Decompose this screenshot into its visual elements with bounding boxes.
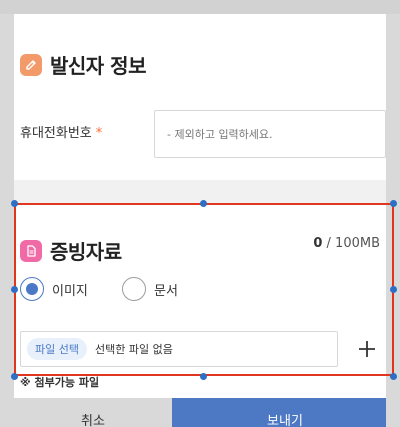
evidence-section-header: 증빙자료: [20, 236, 122, 265]
required-mark: *: [95, 126, 103, 141]
form-panel: 발신자 정보 휴대전화번호 * - 제외하고 입력하세요. 증빙자료 0 / 10…: [14, 14, 386, 427]
file-status: 선택한 파일 없음: [94, 343, 173, 356]
allowed-files-label: ※ 첨부가능 파일: [20, 376, 100, 389]
radio-checked-icon: [20, 277, 44, 301]
plus-icon: [359, 341, 375, 357]
resize-handle-bottom-right[interactable]: [390, 373, 397, 380]
left-backdrop: [0, 14, 14, 427]
send-button[interactable]: 보내기: [172, 398, 386, 427]
resize-handle-bottom-left[interactable]: [11, 373, 18, 380]
resize-handle-right[interactable]: [390, 286, 397, 293]
radio-image[interactable]: 이미지: [20, 277, 88, 301]
resize-handle-top-left[interactable]: [11, 200, 18, 207]
phone-row: 휴대전화번호 * - 제외하고 입력하세요.: [20, 110, 386, 158]
file-picker[interactable]: 파일 선택 선택한 파일 없음: [20, 331, 338, 367]
size-limit: / 100MB: [322, 236, 380, 251]
radio-document[interactable]: 문서: [122, 277, 178, 301]
radio-unchecked-icon: [122, 277, 146, 301]
add-file-button[interactable]: [354, 336, 380, 362]
edit-icon: [20, 53, 42, 76]
right-backdrop: [386, 14, 400, 427]
top-backdrop: [0, 0, 400, 14]
resize-handle-top-right[interactable]: [390, 200, 397, 207]
sender-section-title: 발신자 정보: [50, 54, 146, 78]
size-info: 0 / 100MB: [313, 236, 380, 251]
resize-handle-bottom[interactable]: [200, 373, 207, 380]
cancel-button[interactable]: 취소: [14, 398, 172, 427]
document-icon: [20, 239, 42, 262]
sender-section-header: 발신자 정보: [20, 50, 146, 79]
resize-handle-top[interactable]: [200, 200, 207, 207]
phone-label-text: 휴대전화번호: [20, 126, 92, 141]
resize-handle-left[interactable]: [11, 286, 18, 293]
evidence-section-title: 증빙자료: [50, 240, 122, 264]
phone-placeholder: - 제외하고 입력하세요.: [167, 128, 273, 141]
phone-input[interactable]: - 제외하고 입력하세요.: [154, 110, 386, 158]
radio-document-label: 문서: [154, 283, 178, 299]
file-select-button[interactable]: 파일 선택: [27, 338, 87, 360]
radio-image-label: 이미지: [52, 283, 88, 299]
phone-label: 휴대전화번호 *: [20, 122, 102, 141]
